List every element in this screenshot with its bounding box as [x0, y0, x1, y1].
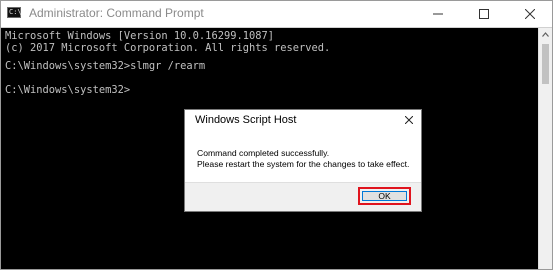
ok-button[interactable]: OK	[362, 191, 407, 201]
dialog-close-button[interactable]	[401, 112, 417, 128]
ok-button-highlight: OK	[358, 187, 411, 205]
maximize-button[interactable]	[462, 1, 506, 27]
title-bar[interactable]: C:\ Administrator: Command Prompt	[1, 1, 552, 28]
command-prompt-window: C:\ Administrator: Command Prompt Micros…	[0, 0, 553, 270]
console-line-prompt: C:\Windows\system32>	[5, 84, 131, 96]
dialog-footer: OK	[185, 182, 421, 211]
console-line-command: C:\Windows\system32>slmgr /rearm	[5, 60, 206, 72]
close-icon	[405, 116, 413, 124]
dialog-message-line-1: Command completed successfully.	[197, 148, 330, 158]
cmd-icon: C:\	[7, 7, 22, 18]
chevron-up-icon	[542, 32, 549, 37]
window-title: Administrator: Command Prompt	[29, 6, 204, 20]
scroll-up-button[interactable]	[539, 28, 552, 41]
dialog-title: Windows Script Host	[195, 114, 297, 126]
close-icon	[525, 9, 535, 19]
minimize-button[interactable]	[416, 1, 460, 27]
window-close-button[interactable]	[508, 1, 552, 27]
maximize-icon	[479, 9, 489, 19]
console-line-version: Microsoft Windows [Version 10.0.16299.10…	[5, 30, 274, 42]
message-dialog: Windows Script Host Command completed su…	[184, 109, 422, 212]
dialog-body: Command completed successfully. Please r…	[185, 134, 421, 183]
scroll-thumb[interactable]	[542, 44, 549, 84]
console-line-copyright: (c) 2017 Microsoft Corporation. All righ…	[5, 42, 331, 54]
minimize-icon	[433, 13, 443, 15]
dialog-message-line-2: Please restart the system for the change…	[197, 159, 410, 169]
vertical-scrollbar[interactable]	[538, 28, 552, 269]
